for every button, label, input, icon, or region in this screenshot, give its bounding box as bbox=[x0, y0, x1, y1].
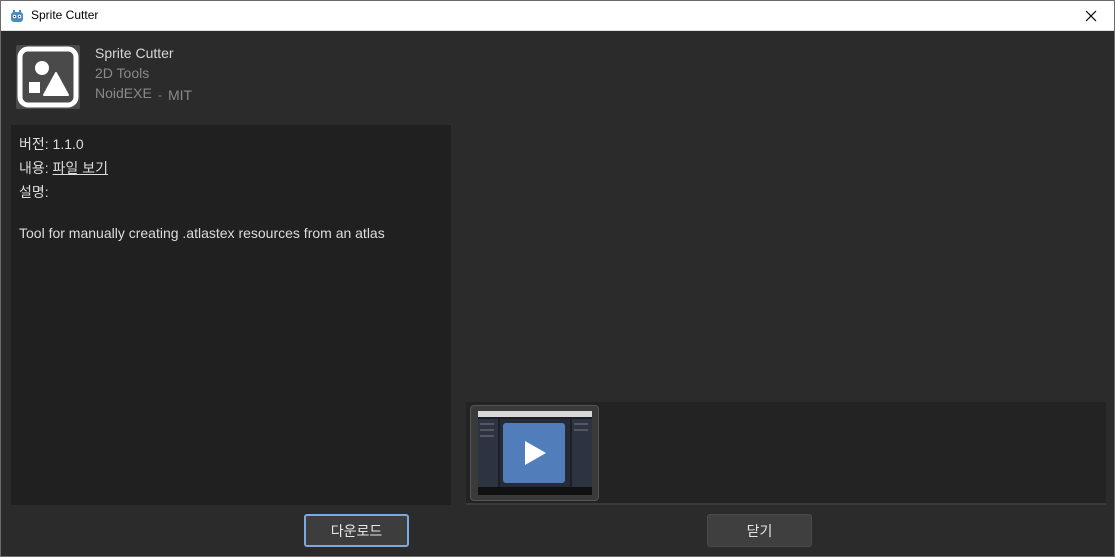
plugin-category: 2D Tools bbox=[95, 65, 150, 81]
preview-strip bbox=[466, 402, 1106, 505]
plugin-author[interactable]: NoidEXE bbox=[95, 85, 152, 101]
view-files-link[interactable]: 파일 보기 bbox=[53, 160, 108, 176]
title-bar: Sprite Cutter bbox=[1, 1, 1114, 31]
video-thumbnail[interactable] bbox=[470, 405, 599, 501]
window: Sprite Cutter Sprite Cutter 2D Tools Noi… bbox=[0, 0, 1115, 557]
play-icon bbox=[503, 423, 565, 483]
plugin-license[interactable]: MIT bbox=[168, 87, 192, 103]
version-row: 버전: 1.1.0 bbox=[19, 134, 84, 154]
close-button[interactable]: 닫기 bbox=[707, 514, 812, 547]
close-icon bbox=[1085, 10, 1097, 22]
godot-app-icon bbox=[9, 8, 25, 24]
sprite-shapes-icon bbox=[16, 45, 80, 109]
author-license-separator: - bbox=[158, 88, 162, 102]
plugin-title: Sprite Cutter bbox=[95, 45, 174, 61]
window-title: Sprite Cutter bbox=[31, 8, 99, 22]
dialog-content: Sprite Cutter 2D Tools NoidEXE - MIT 버전:… bbox=[1, 32, 1114, 556]
thumbnail-image bbox=[478, 411, 592, 495]
download-button[interactable]: 다운로드 bbox=[304, 514, 409, 547]
description-label: 설명: bbox=[19, 184, 49, 200]
version-value: 1.1.0 bbox=[52, 136, 84, 152]
info-panel: 버전: 1.1.0 내용: 파일 보기 설명: Tool for manuall… bbox=[11, 125, 451, 505]
version-label: 버전: bbox=[19, 136, 49, 152]
description-text: Tool for manually creating .atlastex res… bbox=[19, 225, 385, 241]
contents-row: 내용: 파일 보기 bbox=[19, 158, 108, 178]
contents-label: 내용: bbox=[19, 160, 49, 176]
window-close-button[interactable] bbox=[1068, 1, 1114, 31]
